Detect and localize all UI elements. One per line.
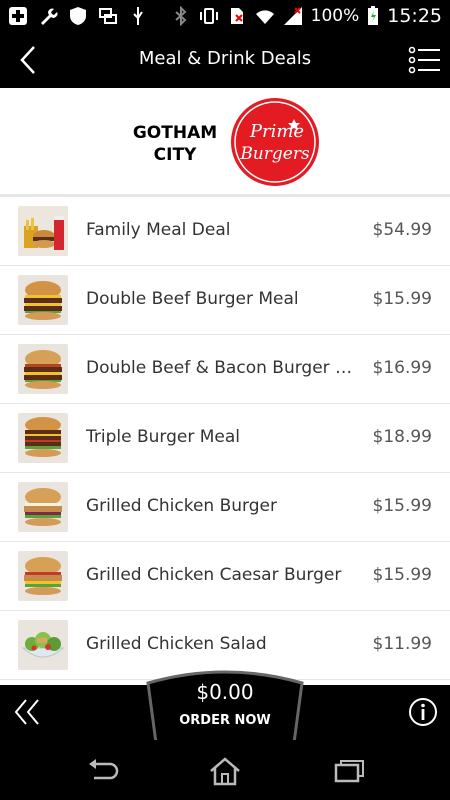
item-name: Family Meal Deal [86, 220, 231, 240]
status-right-icons: 100% 15:25 [171, 5, 442, 27]
wifi-icon [255, 10, 274, 24]
system-nav-bar [0, 740, 450, 800]
burger-thumbnail [18, 482, 68, 532]
deals-list: Family Meal Deal $54.99 Double Beef Burg… [0, 197, 450, 685]
list-item[interactable]: Family Meal Deal $54.99 [0, 197, 450, 266]
item-price: $18.99 [372, 427, 432, 447]
item-name: Triple Burger Meal [86, 427, 241, 447]
clock: 15:25 [387, 5, 442, 27]
top-bar: Meal & Drink Deals [0, 33, 450, 88]
order-now-label[interactable]: ORDER NOW [146, 713, 304, 728]
item-price: $54.99 [372, 220, 432, 240]
plus-notification-icon [9, 7, 27, 25]
screens-icon [99, 8, 117, 24]
item-price: $11.99 [372, 634, 432, 654]
recent-apps-icon[interactable] [331, 756, 367, 786]
list-item[interactable]: Grilled Chicken Caesar Burger $15.99 [0, 542, 450, 611]
item-name: Grilled Chicken Burger [86, 496, 277, 516]
burger-thumbnail [18, 551, 68, 601]
bluetooth-icon [174, 6, 187, 26]
burger-thumbnail [18, 413, 68, 463]
list-item[interactable]: Grilled Chicken Burger $15.99 [0, 473, 450, 542]
item-name: Double Beef Burger Meal [86, 289, 299, 309]
item-price: $15.99 [372, 289, 432, 309]
page-title: Meal & Drink Deals [138, 48, 312, 69]
svg-text:Burgers: Burgers [239, 144, 310, 164]
battery-icon [368, 6, 379, 25]
item-name: Double Beef & Bacon Burger M... [86, 358, 356, 378]
burger-thumbnail [18, 275, 68, 325]
usb-icon [133, 7, 143, 25]
list-item[interactable]: Triple Burger Meal $18.99 [0, 404, 450, 473]
no-sim-icon [230, 8, 243, 24]
info-icon[interactable] [408, 697, 438, 727]
vibrate-icon [199, 8, 218, 24]
double-chevron-left-icon[interactable] [12, 697, 44, 727]
back-icon[interactable] [84, 756, 120, 786]
order-total: $0.00 [196, 680, 254, 704]
battery-percent: 100% [310, 6, 360, 26]
home-icon[interactable] [207, 756, 243, 786]
city-name: GOTHAM CITY [132, 123, 218, 165]
list-item[interactable]: Double Beef & Bacon Burger M... $16.99 [0, 335, 450, 404]
item-price: $15.99 [372, 496, 432, 516]
signal-icon [283, 7, 302, 25]
item-name: Grilled Chicken Salad [86, 634, 267, 654]
status-bar: 100% 15:25 [0, 0, 450, 33]
wrench-icon [41, 8, 58, 25]
prime-burgers-logo: Prime Burgers [231, 98, 319, 186]
list-item[interactable]: Double Beef Burger Meal $15.99 [0, 266, 450, 335]
burger-thumbnail [18, 344, 68, 394]
salad-thumbnail [18, 620, 68, 670]
shield-icon [70, 7, 86, 25]
item-name: Grilled Chicken Caesar Burger [86, 565, 342, 585]
status-left-icons [8, 6, 148, 26]
item-price: $16.99 [372, 358, 432, 378]
meal-combo-thumbnail [18, 206, 68, 256]
order-now-button[interactable] [146, 667, 304, 745]
list-menu-icon[interactable] [408, 45, 440, 75]
restaurant-header: GOTHAM CITY Prime Burgers [0, 88, 450, 197]
item-price: $15.99 [372, 565, 432, 585]
